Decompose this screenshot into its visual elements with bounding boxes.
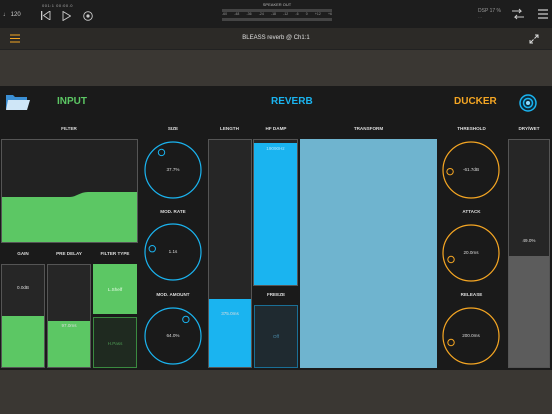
freeze-label: FREEZE	[266, 292, 286, 297]
meter-tick: 0	[305, 12, 308, 16]
release-value: 200.0ms	[462, 333, 480, 338]
knob-pointer	[157, 148, 166, 157]
attack-knob[interactable]: 20.0ms	[441, 223, 501, 283]
host-toolbar: ♩ 120 001:1 00:00.0 SPEAKER OUT -60 -48 -3…	[0, 0, 552, 28]
hf-damp-fill	[254, 142, 297, 285]
size-knob[interactable]: 37.7%	[143, 140, 203, 200]
filter-type-lshelf-button[interactable]: L.Shelf	[93, 264, 137, 314]
filter-type-hpass-label: H.Pass	[107, 341, 123, 346]
meter-tick: -48	[234, 12, 240, 16]
pre-delay-value: 97.0ms	[61, 323, 77, 328]
rewind-icon	[40, 11, 50, 20]
tempo-display[interactable]: ♩ 120	[3, 12, 21, 18]
attack-value: 20.0ms	[463, 250, 479, 255]
dsp-load-sub: ···	[478, 15, 482, 20]
meter-tick: -60	[222, 12, 228, 16]
filter-label: FILTER	[61, 126, 77, 131]
expand-icon[interactable]	[529, 34, 539, 44]
threshold-knob[interactable]: -61.7dB	[441, 140, 501, 200]
rewind-button[interactable]	[40, 10, 51, 21]
length-value: 375.0ms	[221, 311, 239, 316]
plugin-title: BLEASS reverb @ Ch1:1	[242, 35, 310, 41]
mod-rate-knob[interactable]: 1.1s	[143, 222, 203, 282]
meter-tick: -12	[283, 12, 289, 16]
meter-title: SPEAKER OUT	[262, 2, 292, 7]
meter-scale: -60 -48 -36 -24 -18 -12 -6 0 +12 +6	[222, 12, 332, 16]
knob-pointer	[447, 338, 455, 347]
dry-wet-fill	[509, 255, 549, 367]
release-label: RELEASE	[460, 292, 483, 297]
filter-graph[interactable]	[1, 139, 138, 243]
hamburger-menu-icon[interactable]	[536, 8, 550, 20]
mod-rate-value: 1.1s	[168, 249, 178, 254]
transform-pad[interactable]	[300, 139, 437, 368]
meter-tick: -6	[295, 12, 299, 16]
dry-wet-label: DRY/WET	[518, 126, 540, 131]
record-icon	[82, 10, 93, 21]
length-fill	[209, 298, 251, 367]
hf-damp-label: HF DAMP	[265, 126, 287, 131]
dry-wet-value: 49.0%	[522, 238, 536, 243]
length-label: LENGTH	[220, 126, 239, 131]
play-icon	[62, 10, 71, 21]
filter-type-label: FILTER TYPE	[100, 251, 130, 256]
gain-slider[interactable]: 0.0dB	[1, 264, 45, 368]
speaker-out-meter: SPEAKER OUT -60 -48 -36 -24 -18 -12 -6 0 +12 +6	[222, 2, 332, 24]
time-display: 001:1 00:00.0	[42, 3, 73, 8]
size-label: SIZE	[167, 126, 179, 131]
threshold-value: -61.7dB	[462, 167, 480, 172]
gain-label: GAIN	[17, 251, 29, 256]
meter-tick: +12	[314, 12, 321, 16]
mod-rate-label: MOD. RATE	[160, 209, 186, 214]
freeze-value: Off	[272, 334, 280, 339]
mod-amount-label: MOD. AMOUNT	[156, 292, 190, 297]
size-value: 37.7%	[166, 167, 180, 172]
filter-type-hpass-button[interactable]: H.Pass	[93, 317, 137, 368]
input-section-title: INPUT	[57, 96, 87, 107]
folder-icon[interactable]	[5, 93, 31, 111]
hf-damp-slider[interactable]: 19090Hz	[253, 139, 298, 286]
gain-fill	[2, 316, 44, 367]
ducker-power-icon[interactable]	[519, 94, 537, 112]
reverb-section-title: REVERB	[271, 96, 313, 107]
transform-label: TRANSFORM	[353, 126, 384, 131]
freeze-toggle[interactable]: Off	[254, 305, 298, 368]
release-knob[interactable]: 200.0ms	[441, 306, 501, 366]
routing-icon[interactable]	[511, 8, 525, 20]
pre-delay-label: PRE DELAY	[56, 251, 82, 256]
hf-damp-value: 19090Hz	[266, 146, 285, 151]
filter-curve	[2, 192, 137, 242]
pre-delay-slider[interactable]: 97.0ms	[47, 264, 91, 368]
meter-tick: -18	[270, 12, 276, 16]
knob-pointer	[182, 315, 190, 324]
threshold-label: THRESHOLD	[457, 126, 486, 131]
meter-bar-right	[222, 18, 332, 21]
gain-value: 0.0dB	[16, 285, 29, 290]
ducker-section-title: DUCKER	[454, 96, 497, 107]
dsp-load: DSP 17 %	[478, 8, 501, 14]
plugin-header: BLEASS reverb @ Ch1:1	[0, 28, 552, 50]
length-slider[interactable]: 375.0ms	[208, 139, 252, 368]
attack-label: ATTACK	[462, 209, 481, 214]
meter-tick: -24	[258, 12, 264, 16]
transport-controls	[40, 10, 93, 21]
dry-wet-slider[interactable]: 49.0%	[508, 139, 550, 368]
play-button[interactable]	[61, 10, 72, 21]
record-button[interactable]	[82, 10, 93, 21]
knob-pointer	[447, 255, 455, 264]
filter-type-lshelf-label: L.Shelf	[107, 287, 123, 292]
mod-amount-value: 64.0%	[166, 333, 180, 338]
meter-tick: -36	[246, 12, 252, 16]
reverb-panel: INPUT REVERB DUCKER FILTER SIZE LENGTH H…	[0, 86, 552, 370]
mod-amount-knob[interactable]: 64.0%	[143, 306, 203, 366]
meter-tick: +6	[327, 12, 332, 16]
